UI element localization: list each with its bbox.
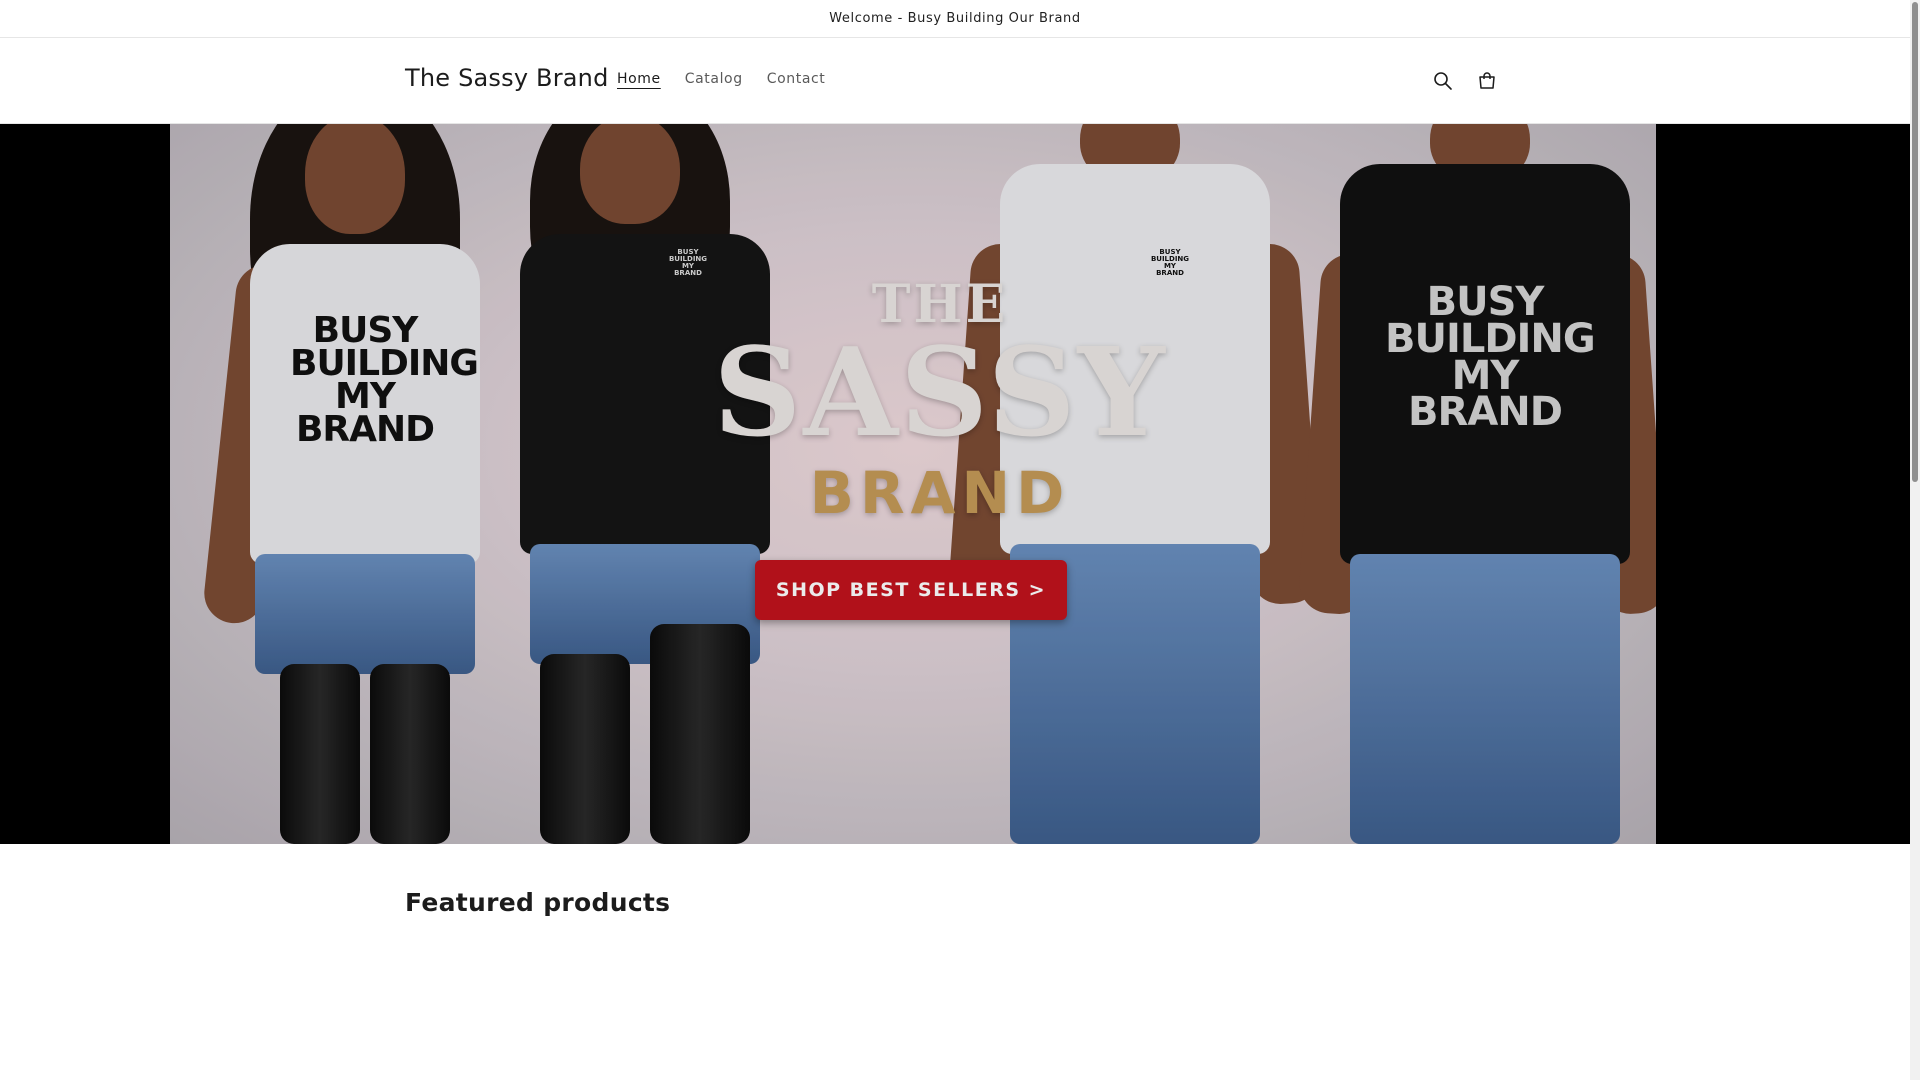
search-button[interactable] xyxy=(1423,61,1463,101)
cart-button[interactable] xyxy=(1467,61,1507,101)
hero-title-brand: BRAND xyxy=(809,459,1071,527)
nav-home[interactable]: Home xyxy=(605,71,673,87)
hero-image: BUSY BUILDING MY BRAND BUSY BUILDING MY … xyxy=(170,124,1656,844)
hero-title-sassy: SASSY xyxy=(713,320,1167,464)
announcement-text: Welcome - Busy Building Our Brand xyxy=(829,11,1081,26)
shirt-print: BUSY BUILDING MY BRAND xyxy=(290,310,479,451)
hero-title: THE SASSY BRAND xyxy=(690,274,1190,527)
shirt-print: BUSY BUILDING MY BRAND xyxy=(1385,279,1596,436)
search-icon xyxy=(1434,72,1452,90)
model-1: BUSY BUILDING MY BRAND xyxy=(201,124,510,844)
featured-products-heading: Featured products xyxy=(405,888,671,917)
announcement-bar: Welcome - Busy Building Our Brand xyxy=(0,0,1910,38)
model-4: BUSY BUILDING MY BRAND xyxy=(1297,124,1656,844)
shop-best-sellers-button[interactable]: SHOP BEST SELLERS > xyxy=(755,560,1067,620)
scrollbar-thumb[interactable] xyxy=(1912,2,1918,482)
nav-catalog[interactable]: Catalog xyxy=(673,71,755,87)
nav-contact[interactable]: Contact xyxy=(755,71,838,87)
brand-logo-link[interactable]: The Sassy Brand xyxy=(405,64,609,92)
shirt-mini-logo: BUSY BUILDING MY BRAND xyxy=(668,248,708,277)
hero-banner[interactable]: BUSY BUILDING MY BRAND BUSY BUILDING MY … xyxy=(0,124,1910,844)
cart-icon xyxy=(1479,72,1495,89)
shirt-mini-logo: BUSY BUILDING MY BRAND xyxy=(1150,248,1190,277)
main-nav: Home Catalog Contact xyxy=(605,71,837,87)
page-scrollbar[interactable] xyxy=(1910,0,1920,1080)
site-header: The Sassy Brand Home Catalog Contact xyxy=(0,38,1910,124)
